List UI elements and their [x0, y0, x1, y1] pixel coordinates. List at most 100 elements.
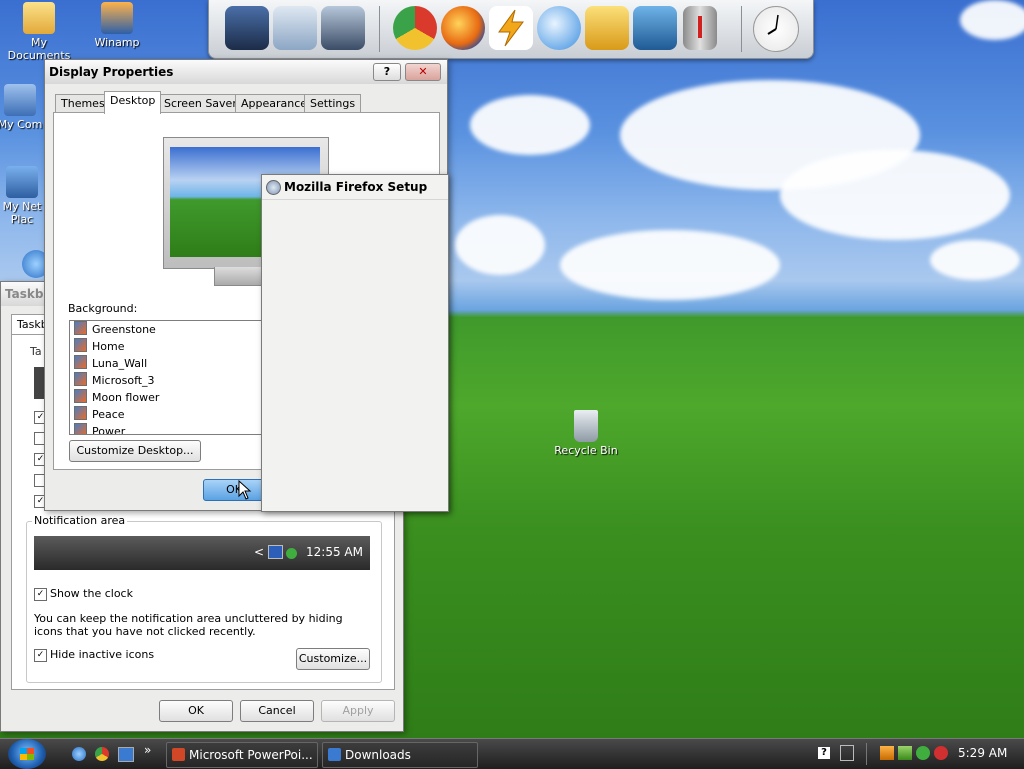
group-letter: Ta — [30, 345, 42, 358]
list-item[interactable]: Greenstone — [70, 321, 270, 338]
display-icon[interactable] — [633, 6, 677, 50]
setup-icon — [266, 180, 281, 195]
tray-app-icon[interactable] — [880, 746, 894, 760]
window-title: Mozilla Firefox Setup — [284, 180, 428, 194]
cloud — [780, 150, 1010, 240]
image-file-icon — [74, 423, 87, 434]
hide-inactive-checkbox[interactable]: ✓ — [34, 649, 47, 662]
desktop-quicklaunch-icon[interactable] — [118, 747, 134, 762]
monitor-tray-icon — [268, 545, 283, 559]
winamp-icon — [101, 2, 133, 34]
window-title: Display Properties — [49, 65, 174, 79]
desktop-icon-recycle-bin[interactable]: Recycle Bin — [547, 410, 625, 457]
list-item-label: Peace — [92, 408, 125, 421]
tab-desktop[interactable]: Desktop — [104, 91, 162, 114]
list-item-label: Home — [92, 340, 125, 353]
list-item-label: Greenstone — [92, 323, 156, 336]
list-item[interactable]: Peace — [70, 406, 270, 423]
tab-themes[interactable]: Themes — [55, 94, 111, 113]
image-file-icon — [74, 406, 87, 420]
folder-icon — [328, 748, 341, 761]
taskbar-item-label: Microsoft PowerPoi... — [189, 748, 313, 762]
show-clock-checkbox[interactable]: ✓ — [34, 588, 47, 601]
list-item-label: Power — [92, 425, 126, 435]
tab-settings[interactable]: Settings — [304, 94, 362, 113]
powerpoint-icon — [172, 748, 185, 761]
background-list[interactable]: Greenstone Home Luna_Wall Microsoft_3 Mo… — [69, 320, 271, 435]
search-dock-icon[interactable] — [273, 6, 317, 50]
apply-button[interactable]: Apply — [321, 700, 395, 722]
ok-button[interactable]: OK — [203, 479, 265, 501]
list-item[interactable]: Home — [70, 338, 270, 355]
desktop-icon-label: My Net Plac — [2, 200, 42, 226]
chrome-quicklaunch-icon[interactable] — [95, 747, 109, 761]
shield-tray-icon[interactable] — [916, 746, 930, 760]
hide-inactive-label: Hide inactive icons — [50, 648, 155, 661]
close-button[interactable]: ✕ — [405, 63, 441, 81]
desktop-icon-my-computer[interactable]: My Com — [0, 84, 50, 131]
chrome-icon[interactable] — [393, 6, 437, 50]
network-tray-icon[interactable] — [840, 745, 854, 761]
windows-logo-icon — [20, 748, 34, 760]
help-button[interactable]: ? — [373, 63, 401, 81]
title-bar[interactable]: Mozilla Firefox Setup — [262, 175, 448, 200]
list-item[interactable]: Luna_Wall — [70, 355, 270, 372]
cloud — [930, 240, 1020, 280]
show-clock-label: Show the clock — [50, 587, 133, 600]
cloud — [470, 95, 590, 155]
image-file-icon — [74, 372, 87, 386]
dock-separator — [379, 6, 380, 52]
my-computer-dock-icon[interactable] — [225, 6, 269, 50]
desktop-icon-label: Winamp — [94, 36, 140, 49]
notification-preview: < 12:55 AM — [34, 536, 370, 570]
customize-button[interactable]: Customize... — [296, 648, 370, 670]
taskbar: » Microsoft PowerPoi... Downloads ? 5:29… — [0, 738, 1024, 769]
notification-info-text: You can keep the notification area unclu… — [34, 612, 343, 638]
clock-icon[interactable] — [753, 6, 799, 52]
desktop-icon-my-network[interactable]: My Net Plac — [0, 166, 50, 226]
magnifier-icon[interactable] — [537, 6, 581, 50]
network-icon — [6, 166, 38, 198]
cloud — [560, 230, 780, 300]
taskbar-item-downloads[interactable]: Downloads — [322, 742, 478, 768]
firefox-icon[interactable] — [441, 6, 485, 50]
ok-button[interactable]: OK — [159, 700, 233, 722]
tools-dock-icon[interactable] — [321, 6, 365, 50]
trash-icon[interactable] — [683, 6, 717, 50]
lightning-icon[interactable] — [489, 6, 533, 50]
alert-tray-icon[interactable] — [934, 746, 948, 760]
preview-time: 12:55 AM — [306, 545, 363, 559]
dock-bar — [208, 0, 814, 59]
taskbar-clock[interactable]: 5:29 AM — [958, 746, 1007, 760]
ie-quicklaunch-icon[interactable] — [72, 747, 86, 761]
file-icon[interactable] — [585, 6, 629, 50]
start-button[interactable] — [8, 739, 46, 769]
list-item[interactable]: Moon flower — [70, 389, 270, 406]
computer-icon — [4, 84, 36, 116]
image-file-icon — [74, 389, 87, 403]
desktop-icon-winamp[interactable]: Winamp — [78, 2, 156, 49]
dock-separator — [741, 6, 742, 52]
quicklaunch-more-icon[interactable]: » — [144, 743, 151, 757]
desktop-icon-my-documents[interactable]: My Documents — [0, 2, 78, 62]
mouse-cursor-icon — [238, 480, 252, 500]
desktop-icon-label: My Com — [0, 118, 43, 131]
tray-app-icon[interactable] — [898, 746, 912, 760]
cloud — [455, 215, 545, 275]
tab-appearance[interactable]: Appearance — [235, 94, 314, 113]
shield-tray-icon — [286, 548, 297, 559]
help-tray-icon[interactable]: ? — [818, 747, 830, 759]
tab-screen-saver[interactable]: Screen Saver — [158, 94, 243, 113]
cloud — [960, 0, 1024, 40]
notification-area-label: Notification area — [32, 514, 128, 527]
background-label: Background: — [68, 302, 138, 315]
cancel-button[interactable]: Cancel — [240, 700, 314, 722]
firefox-setup-window: Mozilla Firefox Setup — [261, 174, 449, 512]
taskbar-item-powerpoint[interactable]: Microsoft PowerPoi... — [166, 742, 318, 768]
list-item[interactable]: Microsoft_3 — [70, 372, 270, 389]
folder-icon — [23, 2, 55, 34]
customize-desktop-button[interactable]: Customize Desktop... — [69, 440, 201, 462]
title-bar[interactable]: Display Properties ? ✕ — [45, 60, 447, 84]
list-item[interactable]: Power — [70, 423, 270, 435]
chevron-left-icon: < — [254, 545, 265, 559]
